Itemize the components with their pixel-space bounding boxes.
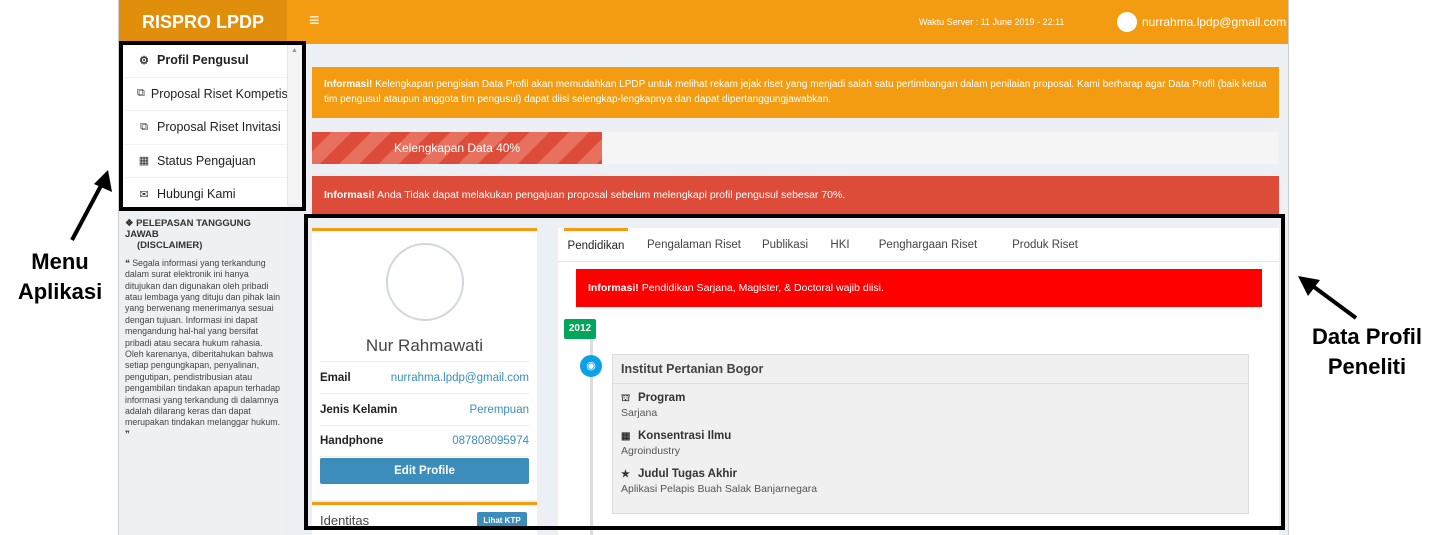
disclaimer: ❖ PELEPASAN TANGGUNG JAWAB (DISCLAIMER) … bbox=[119, 212, 287, 441]
info-alert-profile: Informasi! Kelengkapan pengisian Data Pr… bbox=[312, 67, 1279, 118]
warning-alert: Informasi! Anda Tidak dapat melakukan pe… bbox=[312, 176, 1279, 214]
data-profile-highlight-box bbox=[304, 214, 1285, 530]
quote-close-icon: ❞ bbox=[125, 428, 130, 439]
completeness-progress: Kelengkapan Data 40% bbox=[312, 132, 1279, 164]
top-navbar: RISPRO LPDP ≡ Waktu Server : 11 June 201… bbox=[119, 0, 1288, 44]
disclaimer-title: PELEPASAN TANGGUNG JAWAB bbox=[125, 217, 251, 240]
user-avatar[interactable] bbox=[1117, 12, 1137, 32]
brand-logo[interactable]: RISPRO LPDP bbox=[119, 0, 287, 44]
menu-aplikasi-label: Menu Aplikasi bbox=[17, 249, 103, 304]
alert-label: Informasi! bbox=[324, 79, 373, 90]
arrow-to-menu bbox=[70, 170, 112, 241]
hamburger-icon[interactable]: ≡ bbox=[309, 10, 320, 31]
data-profil-label: Data Profil Peneliti bbox=[1311, 324, 1423, 379]
menu-highlight-box bbox=[119, 41, 306, 211]
disclaimer-subtitle: (DISCLAIMER) bbox=[137, 240, 203, 252]
arrow-to-data-profile bbox=[1298, 276, 1358, 320]
alert-text: Kelengkapan pengisian Data Profil akan m… bbox=[324, 79, 1267, 105]
info-circle-icon: ❖ bbox=[125, 217, 137, 229]
user-menu-email[interactable]: nurrahma.lpdp@gmail.com bbox=[1142, 15, 1286, 29]
alert-text: Anda Tidak dapat melakukan pengajuan pro… bbox=[377, 189, 846, 201]
server-time: Waktu Server : 11 June 2019 - 22:11 bbox=[919, 17, 1065, 27]
alert-label: Informasi! bbox=[324, 189, 375, 201]
disclaimer-body: Segala informasi yang terkandung dalam s… bbox=[125, 257, 281, 428]
progress-bar-fill: Kelengkapan Data 40% bbox=[312, 132, 603, 164]
